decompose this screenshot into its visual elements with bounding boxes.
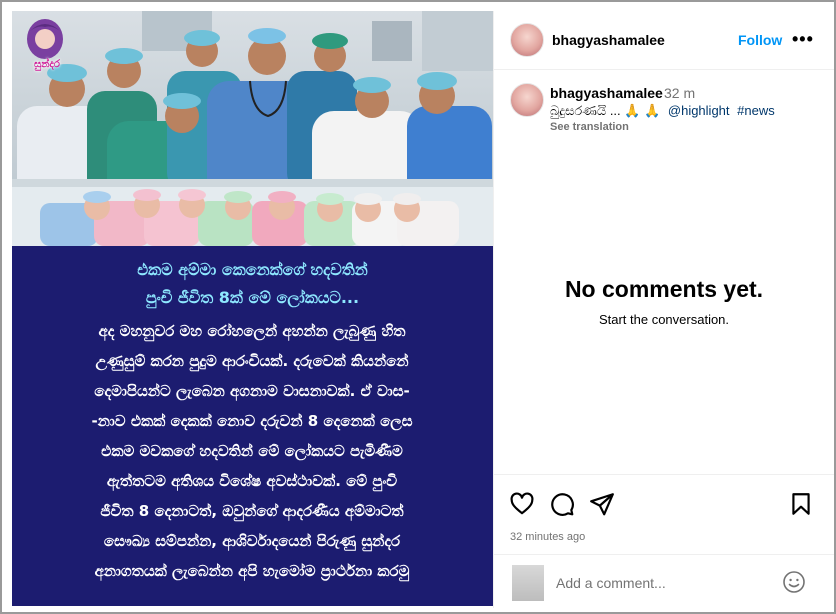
caption-body-line: එකම මවකගේ හදවතින් මේ ලෝකයට පැමිණීම xyxy=(101,442,403,460)
action-bar: 32 minutes ago xyxy=(494,474,834,555)
add-comment-bar xyxy=(494,554,834,609)
no-comments-subtitle: Start the conversation. xyxy=(598,312,730,327)
no-comments-title: No comments yet. xyxy=(564,276,764,302)
caption-body-line: ඇත්තටම අතිශය විශේෂ අවස්ථාවක්. මේ පුංචි xyxy=(106,472,398,490)
caption-body-line: අද මහනුවර මහ රෝහලෙන් අහන්න ලැබුණු හිත xyxy=(98,322,406,340)
caption-title-line: පුංචි ජීවිත 8ක් මේ ලෝකයට... xyxy=(145,288,360,307)
caption-body-line: ජීවිත 8 දෙනාටත්, ඔවුන්ගේ ආදරණීය අම්මාටත් xyxy=(100,502,404,520)
heart-icon[interactable] xyxy=(509,491,535,517)
comment-username[interactable]: bhagyashamalee xyxy=(550,85,663,101)
comment-text: බුදුසරණයි ... 🙏 🙏 @highlight #news xyxy=(550,103,775,119)
caption-panel: එකම අම්මා කෙනෙක්ගේ හදවතින් පුංචි ජීවිත 8… xyxy=(12,246,493,606)
caption-title: එකම අම්මා කෙනෙක්ගේ හදවතින් පුංචි ජීවිත 8… xyxy=(12,256,493,312)
comment-body: බුදුසරණයි ... 🙏 🙏 xyxy=(550,103,661,118)
avatar[interactable] xyxy=(510,23,544,57)
header-username[interactable]: bhagyashamalee xyxy=(552,32,665,48)
hashtag-link[interactable]: @highlight xyxy=(668,103,730,118)
share-icon[interactable] xyxy=(589,491,615,517)
post-photo: සුන්දර xyxy=(12,11,493,246)
comments-panel: bhagyashamalee Follow ••• bhagyashamalee… xyxy=(493,11,834,608)
hashtag-link[interactable]: #news xyxy=(737,103,775,118)
logo-text: සුන්දර xyxy=(34,59,60,70)
post-dialog: සුන්දර එකම අම්මා කෙනෙක්ගේ හදවතින් පුංචි … xyxy=(0,0,836,614)
emoji-icon[interactable] xyxy=(782,570,806,594)
post-timestamp: 32 minutes ago xyxy=(510,531,586,543)
see-translation-link[interactable]: See translation xyxy=(550,121,629,133)
comment-input[interactable] xyxy=(554,572,778,594)
caption-body-line: උණුසුම් කරන පුදුම ආරංචියක්. දරුවෙක් කියන… xyxy=(95,352,409,370)
caption-body-line: අනාගතයක් ලැබෙන්න අපි හැමෝම ප්‍රාර්ථනා කර… xyxy=(94,562,410,580)
caption-body-line: -නාව එකක් දෙකක් නොව දරුවන් 8 දෙනෙක් ලෙස xyxy=(91,412,413,430)
post-header: bhagyashamalee Follow ••• xyxy=(494,11,834,70)
comment-time: 32 m xyxy=(664,85,696,101)
caption-title-line: එකම අම්මා කෙනෙක්ගේ හදවතින් xyxy=(137,260,368,279)
hospital-group-photo xyxy=(12,11,493,246)
logo-girl-icon xyxy=(27,19,63,59)
bookmark-icon[interactable] xyxy=(788,491,814,517)
logo: සුන්දර xyxy=(22,17,68,77)
caption-body: අද මහනුවර මහ රෝහලෙන් අහන්න ලැබුණු හිත උණ… xyxy=(32,316,472,586)
follow-button[interactable]: Follow xyxy=(738,32,782,48)
comment-avatar[interactable] xyxy=(510,83,544,117)
comment-icon[interactable] xyxy=(549,491,575,517)
current-user-avatar xyxy=(512,565,544,601)
more-options-button[interactable]: ••• xyxy=(792,29,814,50)
caption-body-line: දෙමාපියන්ට ලැබෙන අගනාම වාසනාවක්. ඒ වාස- xyxy=(94,382,410,400)
caption-body-line: සෞඛ්‍ය සම්පන්න, ආශිර්වාදයෙන් පිරුණු සුන්… xyxy=(103,532,401,550)
post-media[interactable]: සුන්දර එකම අම්මා කෙනෙක්ගේ හදවතින් පුංචි … xyxy=(12,11,493,606)
